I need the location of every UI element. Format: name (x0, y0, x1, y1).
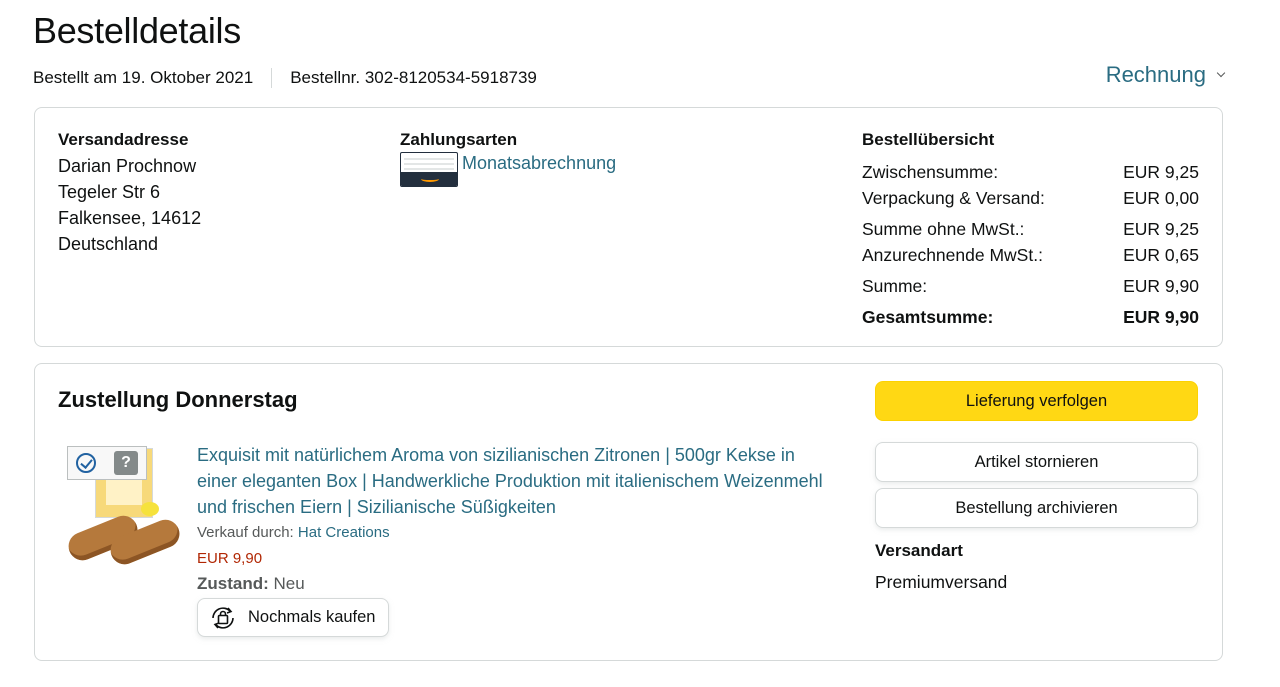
address-line: Falkensee, 14612 (58, 208, 202, 228)
payment-methods: Zahlungsarten Monatsabrechnung (400, 130, 616, 187)
summary-label: Verpackung & Versand: (862, 188, 1045, 208)
summary-row: Summe: EUR 9,90 (862, 276, 1199, 296)
item-details: Exquisit mit natürlichem Aroma von sizil… (197, 442, 827, 638)
address-title: Versandadresse (58, 130, 189, 149)
item-price: EUR 9,90 (197, 550, 263, 567)
order-overview-card: Versandadresse Darian Prochnow Tegeler S… (34, 107, 1223, 347)
summary-label: Gesamtsumme: (862, 307, 994, 327)
address-line: Tegeler Str 6 (58, 182, 161, 202)
order-date: Bestellt am 19. Oktober 2021 (33, 68, 254, 87)
payment-title: Zahlungsarten (400, 130, 518, 149)
amazon-card-icon (400, 152, 458, 187)
summary-value: EUR 0,00 (1123, 188, 1199, 208)
delivery-card: Zustellung Donnerstag ? Exquisit mit nat… (34, 363, 1223, 661)
summary-row: Verpackung & Versand: EUR 0,00 (862, 188, 1199, 208)
invoice-label: Rechnung (1105, 62, 1206, 87)
product-image[interactable]: ? (64, 442, 187, 569)
summary-value: EUR 9,90 (1123, 276, 1199, 296)
shipping-address: Versandadresse Darian Prochnow Tegeler S… (58, 130, 201, 254)
summary-value: EUR 9,25 (1123, 219, 1199, 239)
chevron-down-icon (1216, 68, 1226, 77)
question-mark-icon[interactable]: ? (114, 451, 138, 475)
cancel-item-button[interactable]: Artikel stornieren (875, 442, 1198, 482)
check-circle-icon[interactable] (76, 453, 96, 473)
summary-title: Bestellübersicht (862, 130, 995, 149)
shipping-method-title: Versandart (875, 541, 963, 560)
order-actions: Lieferung verfolgen Artikel stornieren B… (875, 381, 1199, 593)
summary-row: Summe ohne MwSt.: EUR 9,25 (862, 219, 1199, 239)
delivery-title: Zustellung Donnerstag (58, 387, 298, 412)
buy-again-icon (212, 606, 234, 629)
buy-again-label: Nochmals kaufen (248, 608, 376, 626)
summary-row: Anzurechnende MwSt.: EUR 0,65 (862, 245, 1199, 265)
track-delivery-button[interactable]: Lieferung verfolgen (875, 381, 1198, 421)
summary-value: EUR 9,25 (1123, 162, 1199, 182)
order-meta: Bestellt am 19. Oktober 2021 Bestellnr. … (33, 68, 537, 88)
address-line: Darian Prochnow (58, 156, 197, 176)
condition-value: Neu (273, 574, 305, 593)
address-line: Deutschland (58, 234, 159, 254)
payment-method-link[interactable]: Monatsabrechnung (462, 153, 616, 174)
order-summary: Bestellübersicht Zwischensumme: EUR 9,25… (862, 130, 1199, 327)
seller-info: Verkauf durch: Hat Creations (197, 524, 827, 541)
summary-label: Anzurechnende MwSt.: (862, 245, 1043, 265)
summary-label: Zwischensumme: (862, 162, 999, 182)
page-title: Bestelldetails (33, 10, 241, 51)
seller-link[interactable]: Hat Creations (298, 524, 390, 541)
archive-order-button[interactable]: Bestellung archivieren (875, 488, 1198, 528)
item-condition: Zustand: Neu (197, 574, 827, 594)
meta-divider (271, 68, 273, 88)
summary-row: Zwischensumme: EUR 9,25 (862, 162, 1199, 182)
order-number: Bestellnr. 302-8120534-5918739 (290, 68, 537, 87)
lemon-image (141, 502, 159, 516)
shipping-method-value: Premiumversand (875, 572, 1008, 592)
image-overlay-toolbar: ? (67, 446, 147, 480)
summary-label: Summe ohne MwSt.: (862, 219, 1025, 239)
summary-total-row: Gesamtsumme: EUR 9,90 (862, 307, 1199, 327)
summary-value: EUR 9,90 (1123, 307, 1199, 327)
summary-value: EUR 0,65 (1123, 245, 1199, 265)
invoice-dropdown[interactable]: Rechnung (1105, 62, 1226, 88)
seller-prefix: Verkauf durch: (197, 524, 294, 541)
condition-label: Zustand: (197, 574, 269, 593)
summary-label: Summe: (862, 276, 928, 296)
product-title-link[interactable]: Exquisit mit natürlichem Aroma von sizil… (197, 442, 827, 520)
buy-again-button[interactable]: Nochmals kaufen (197, 598, 390, 637)
